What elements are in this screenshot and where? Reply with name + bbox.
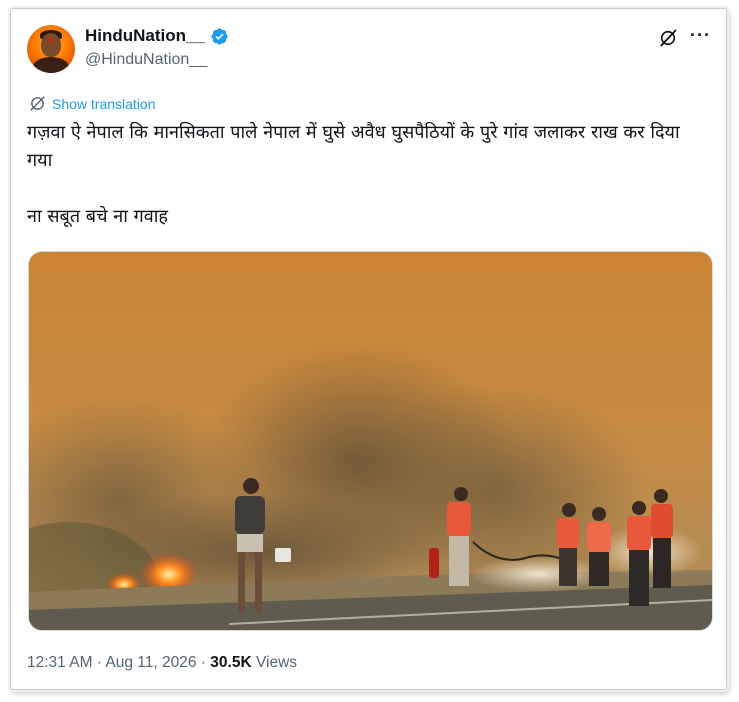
show-translation-link[interactable]: Show translation: [29, 95, 156, 112]
tweet-date[interactable]: Aug 11, 2026: [105, 654, 196, 671]
views-label: Views: [251, 654, 298, 671]
tweet-text: गज़वा ऐ नेपाल कि मानसिकता पाले नेपाल में…: [27, 119, 707, 231]
show-translation-label[interactable]: Show translation: [52, 96, 156, 112]
views-count: 30.5K: [210, 654, 252, 671]
author-display-name[interactable]: HinduNation__: [85, 26, 205, 46]
avatar-shoulders: [33, 57, 69, 73]
tweet-text-line-1: गज़वा ऐ नेपाल कि मानसिकता पाले नेपाल में…: [27, 122, 680, 171]
grok-icon[interactable]: [658, 28, 678, 48]
wildfire-scene-image: [29, 252, 712, 630]
author-name-row[interactable]: HinduNation__: [85, 26, 229, 46]
avatar-tilak: [50, 37, 52, 43]
tweet-meta: 12:31 AM · Aug 11, 2026 · 30.5K Views: [27, 654, 297, 672]
tweet-text-line-2: ना सबूत बचे ना गवाह: [27, 206, 168, 227]
meta-separator: ·: [92, 654, 106, 671]
more-icon[interactable]: ···: [690, 26, 711, 44]
verified-badge-icon: [211, 27, 228, 45]
tweet-card[interactable]: HinduNation__ @HinduNation__ ··· Show tr…: [10, 8, 727, 690]
tweet-time[interactable]: 12:31 AM: [27, 654, 93, 671]
globe-icon: [30, 96, 45, 111]
avatar[interactable]: [27, 25, 75, 73]
meta-separator: ·: [196, 654, 211, 671]
tweet-media-video[interactable]: [28, 251, 713, 631]
author-handle[interactable]: @HinduNation__: [85, 51, 207, 69]
